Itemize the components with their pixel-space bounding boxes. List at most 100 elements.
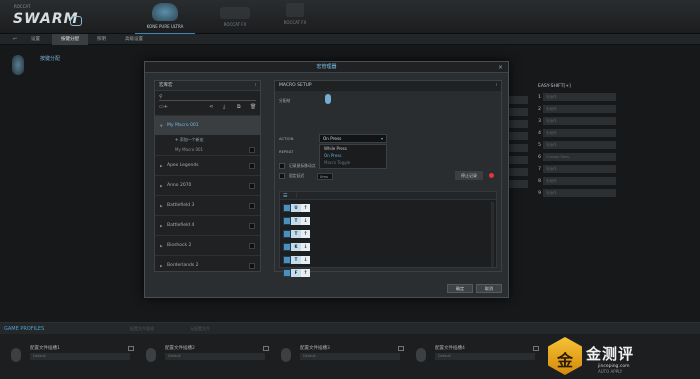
record-dot-icon xyxy=(489,173,494,178)
share-icon[interactable]: ⋖ xyxy=(209,104,213,110)
profile-slot-dropdown[interactable]: Default xyxy=(165,353,265,360)
checkbox[interactable] xyxy=(279,173,285,179)
tab-button-assign[interactable]: 按键分配 xyxy=(52,34,88,45)
add-macro-item[interactable]: ✛ 添加一个新宏 xyxy=(155,135,260,145)
list-item[interactable]: ▶ Borderlands 2 xyxy=(155,255,260,275)
easyshift-row[interactable]: 4 无动作 xyxy=(534,128,616,138)
menu-item-while-press[interactable]: While Press xyxy=(320,145,386,152)
expand-arrow-icon[interactable]: ▶ xyxy=(160,196,163,216)
swarm-hex-icon xyxy=(70,16,82,26)
window-icon[interactable] xyxy=(263,346,269,351)
copy-icon[interactable]: ⧉ xyxy=(237,104,241,110)
action-value: On Press xyxy=(323,136,342,141)
list-item-label: Bioshock 2 xyxy=(167,243,192,248)
collapse-arrow-icon[interactable]: ▼ xyxy=(160,116,163,136)
auto-apply-label[interactable]: AUTO APPLY xyxy=(598,369,622,374)
record-mouse-option[interactable]: 记录鼠标移动点 xyxy=(279,163,316,169)
profile-slot-dropdown[interactable]: Default xyxy=(30,353,130,360)
arrow-up-icon: ↓ xyxy=(301,256,310,264)
cancel-button[interactable]: 取消 xyxy=(476,284,502,293)
row-number: 9 xyxy=(538,190,541,196)
scrollbar[interactable] xyxy=(491,202,494,267)
profile-slot[interactable]: 配置文件插槽2 Default xyxy=(143,340,275,372)
list-item[interactable]: ▶ Anno 2070 xyxy=(155,175,260,195)
easyshift-row[interactable]: 2 无动作 xyxy=(534,104,616,114)
keyboard-icon xyxy=(283,256,291,264)
checkbox[interactable] xyxy=(279,163,285,169)
menu-item-on-press[interactable]: On Press xyxy=(320,152,386,159)
sequence-row[interactable]: K ↓ xyxy=(283,243,496,252)
folder-icon[interactable]: ▭+ xyxy=(159,104,168,110)
easyshift-row[interactable]: 7 无动作 xyxy=(534,164,616,174)
import-icon[interactable]: ⤓ xyxy=(223,104,225,110)
list-item[interactable]: ▼ My Macro 001 xyxy=(155,115,260,135)
sequence-row[interactable]: F ↑ xyxy=(283,269,496,278)
easyshift-row[interactable]: 6 Change Sens. xyxy=(534,152,616,162)
sequence-row[interactable]: T ↓ xyxy=(283,256,496,265)
expand-arrow-icon[interactable]: ▶ xyxy=(160,236,163,256)
sequence-row[interactable]: U ↑ xyxy=(283,204,496,213)
expand-arrow-icon[interactable]: ▶ xyxy=(160,256,163,276)
window-icon[interactable] xyxy=(128,346,134,351)
checkbox[interactable] xyxy=(249,183,255,189)
checkbox[interactable] xyxy=(249,223,255,229)
expand-arrow-icon[interactable]: ▶ xyxy=(160,216,163,236)
window-icon[interactable] xyxy=(533,346,539,351)
list-item[interactable]: ▶ Battlefield 4 xyxy=(155,215,260,235)
grid-view-icon[interactable]: ⋮ xyxy=(294,192,299,200)
checkbox[interactable] xyxy=(249,203,255,209)
more-icon[interactable]: ⁞ xyxy=(496,81,497,91)
mouse-icon xyxy=(152,3,178,21)
checkbox[interactable] xyxy=(249,263,255,269)
checkbox[interactable] xyxy=(249,147,255,153)
list-view-icon[interactable]: ☰ xyxy=(283,192,287,200)
fixed-delay-option[interactable]: 固定延迟 xyxy=(279,173,304,179)
ok-button[interactable]: 确定 xyxy=(447,284,473,293)
checkbox[interactable] xyxy=(249,243,255,249)
easyshift-row[interactable]: 9 无动作 xyxy=(534,188,616,198)
key-label: T xyxy=(291,217,301,225)
checkbox[interactable] xyxy=(249,163,255,169)
list-item[interactable]: ▶ Bioshock 2 xyxy=(155,235,260,255)
easyshift-row[interactable]: 8 无动作 xyxy=(534,176,616,186)
delay-input[interactable]: 0ms xyxy=(317,173,333,180)
easyshift-row[interactable]: 1 无动作 xyxy=(534,92,616,102)
delete-icon[interactable]: 🗑 xyxy=(250,104,256,110)
arrow-up-icon: ↑ xyxy=(301,204,310,212)
profile-slot[interactable]: 配置文件插槽4 Default xyxy=(413,340,545,372)
close-icon[interactable]: × xyxy=(498,62,503,73)
macro-sequence-list: ☰ ⋮ U ↑ T ↓ T ↑ K ↓ T ↓ F ↑ xyxy=(279,191,497,277)
device-tab-fx[interactable]: ROCCAT FX xyxy=(205,2,265,34)
profile-slot[interactable]: 配置文件插槽3 Default xyxy=(278,340,410,372)
sequence-row[interactable]: T ↓ xyxy=(283,217,496,226)
mouse-icon xyxy=(416,348,426,362)
list-item[interactable]: ▶ Apex Legends xyxy=(155,155,260,175)
tab-lighting[interactable]: 照明 xyxy=(88,34,115,45)
profile-slot-dropdown[interactable]: Default xyxy=(300,353,400,360)
chevron-down-icon: ▾ xyxy=(380,136,383,141)
search-input[interactable]: ⚲ xyxy=(159,94,256,101)
menu-item-macro-toggle[interactable]: Macro Toggle xyxy=(320,159,386,166)
row-number: 4 xyxy=(538,130,541,136)
profiles-title: GAME PROFILES xyxy=(4,326,45,332)
expand-arrow-icon[interactable]: ▶ xyxy=(160,176,163,196)
device-tab-fx-2[interactable]: ROCCAT FX xyxy=(265,2,325,34)
window-icon[interactable] xyxy=(398,346,404,351)
profiles-manage-link[interactable]: 配置文件管理 xyxy=(130,326,154,332)
profile-slot[interactable]: 配置文件插槽1 Default xyxy=(8,340,140,372)
mouse-button-icon[interactable] xyxy=(325,94,331,104)
stop-record-button[interactable]: 停止记录 xyxy=(455,171,499,180)
macro-sub-item[interactable]: My Macro 001 xyxy=(155,145,260,155)
sequence-row[interactable]: T ↑ xyxy=(283,230,496,239)
device-tab-kone[interactable]: KONE PURE ULTRA xyxy=(135,2,195,34)
tab-settings[interactable]: 设置 xyxy=(22,34,49,45)
easyshift-row[interactable]: 3 无动作 xyxy=(534,116,616,126)
more-icon[interactable]: ⁞ xyxy=(255,81,256,91)
easyshift-row[interactable]: 5 无动作 xyxy=(534,140,616,150)
row-value: 无动作 xyxy=(543,117,616,125)
expand-arrow-icon[interactable]: ▶ xyxy=(160,156,163,176)
tab-advanced[interactable]: 高级设置 xyxy=(116,34,152,45)
profile-slot-dropdown[interactable]: Default xyxy=(435,353,535,360)
action-dropdown[interactable]: On Press ▾ xyxy=(319,134,387,143)
list-item[interactable]: ▶ Battlefield 3 xyxy=(155,195,260,215)
